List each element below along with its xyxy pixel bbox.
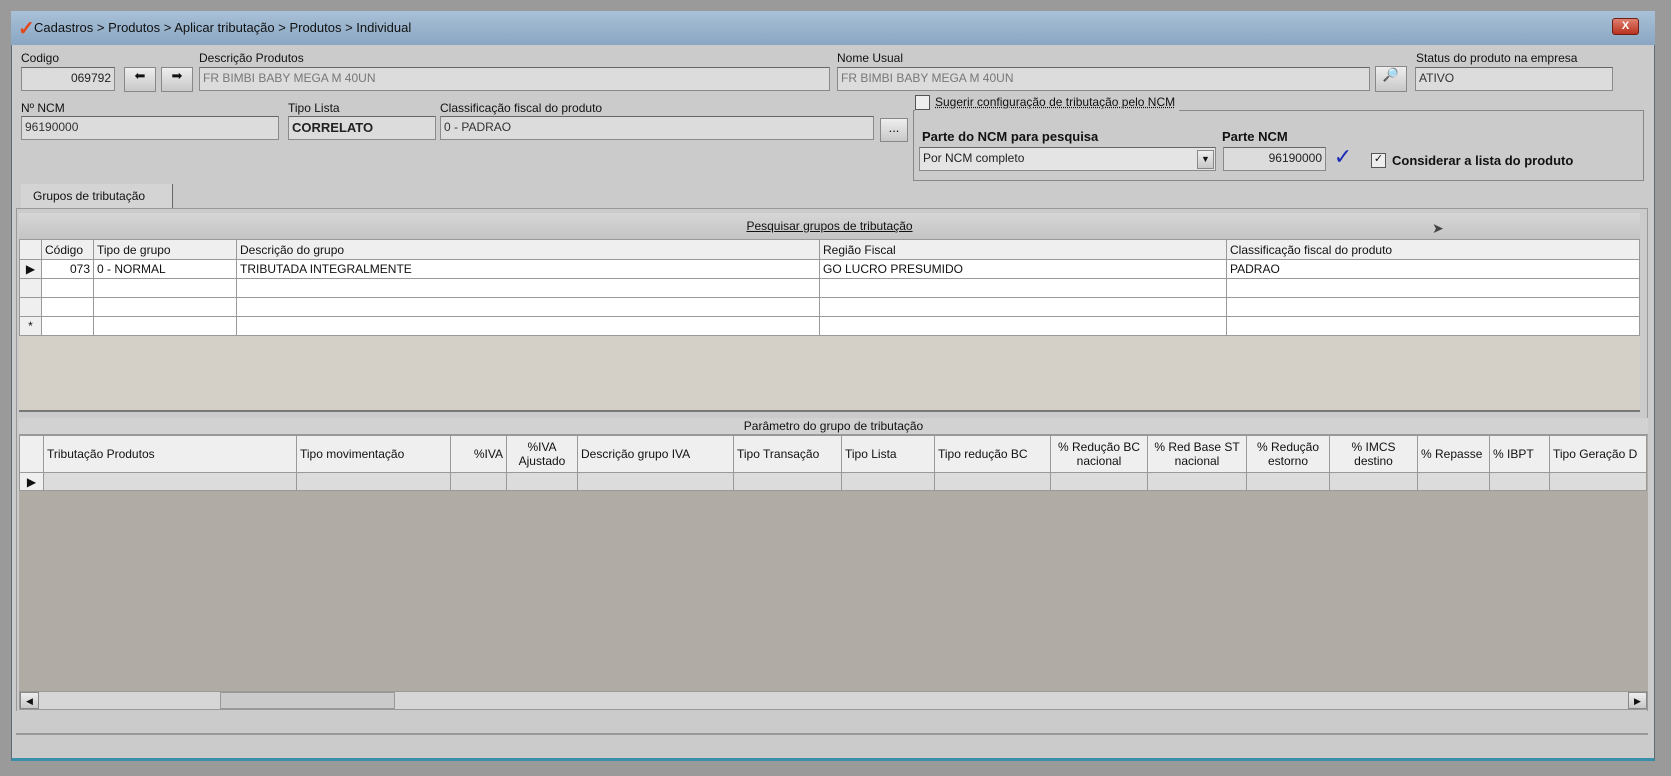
parte-ncm-label: Parte NCM [1222,129,1288,144]
window-title: Cadastros > Produtos > Aplicar tributaçã… [34,20,412,35]
chevron-down-icon[interactable]: ▼ [1197,150,1214,169]
column-header[interactable]: %IVA [450,435,507,473]
column-header[interactable]: % IBPT [1489,435,1550,473]
next-arrow-button[interactable]: ➡ [161,67,193,92]
status-input: ATIVO [1415,67,1613,91]
codigo-label: Codigo [21,51,60,65]
scroll-right-arrow-icon[interactable]: ▶ [1628,692,1647,709]
column-header[interactable]: Descrição grupo IVA [577,435,734,473]
column-header[interactable]: Tipo redução BC [934,435,1051,473]
table-row[interactable] [19,297,1640,317]
table-row[interactable]: ▶ 073 0 - NORMAL TRIBUTADA INTEGRALMENTE… [19,259,1640,279]
magnifier-icon: 🔎 [1382,67,1400,82]
search-groups-button[interactable]: Pesquisar grupos de tributação [19,213,1640,239]
considerar-checkbox-row[interactable]: ✓ Considerar a lista do produto [1371,153,1573,168]
parte-ncm-pesquisa-value: Por NCM completo [923,151,1025,165]
search-button[interactable]: 🔎 [1375,66,1407,92]
sugerir-label: Sugerir configuração de tributação pelo … [935,95,1176,109]
current-row-pointer-icon: ▶ [19,472,44,491]
params-title: Parâmetro do grupo de tributação [19,418,1648,435]
column-header-descricao[interactable]: Descrição do grupo [236,239,820,260]
current-row-pointer-icon: ▶ [19,259,42,279]
cell-regiao[interactable]: GO LUCRO PRESUMIDO [819,259,1227,279]
sugerir-checkbox-row[interactable]: Sugerir configuração de tributação pelo … [915,93,1180,111]
cell-descricao[interactable]: TRIBUTADA INTEGRALMENTE [236,259,820,279]
sugerir-checkbox[interactable] [915,94,930,110]
confirm-check-button[interactable]: ✓ [1330,144,1356,172]
arrow-right-icon: ➡ [171,68,183,83]
nome-usual-label: Nome Usual [837,51,904,65]
descricao-input[interactable]: FR BIMBI BABY MEGA M 40UN [199,67,830,91]
ncm-input[interactable]: 96190000 [21,116,279,140]
column-header[interactable]: % Repasse [1417,435,1490,473]
column-header[interactable]: % Redução estorno [1246,435,1330,473]
nome-usual-input[interactable]: FR BIMBI BABY MEGA M 40UN [837,67,1370,91]
considerar-checkbox[interactable]: ✓ [1371,153,1386,168]
column-header[interactable]: Tipo Geração D [1549,435,1647,473]
checkmark-icon: ✓ [1333,144,1353,169]
table-row[interactable]: ▶ [19,472,1647,491]
cell-codigo[interactable]: 073 [41,259,94,279]
column-header-classificacao[interactable]: Classificação fiscal do produto [1226,239,1640,260]
cell-classificacao[interactable]: PADRAO [1226,259,1640,279]
column-header-regiao[interactable]: Região Fiscal [819,239,1227,260]
scroll-left-arrow-icon[interactable]: ◀ [20,692,39,709]
cell-tipo-grupo[interactable]: 0 - NORMAL [93,259,237,279]
column-header-codigo[interactable]: Código [41,239,94,260]
previous-arrow-button[interactable]: ⬅ [124,67,156,92]
codigo-input[interactable]: 069792 [21,67,115,91]
parte-ncm-pesquisa-label: Parte do NCM para pesquisa [922,129,1099,144]
row-header-corner [19,239,42,260]
new-row[interactable]: * [19,316,1640,336]
status-label: Status do produto na empresa [1416,51,1578,65]
tipo-lista-input: CORRELATO [288,116,436,140]
horizontal-scrollbar[interactable]: ◀ ▶ [19,691,1648,710]
close-button[interactable]: X [1612,18,1639,35]
classificacao-browse-button[interactable]: ... [880,118,908,142]
column-header[interactable]: %IVA Ajustado [506,435,578,473]
column-header[interactable]: Tipo Transação [733,435,842,473]
considerar-label: Considerar a lista do produto [1392,153,1574,168]
column-header[interactable]: % Redução BC nacional [1050,435,1148,473]
classificacao-label: Classificação fiscal do produto [440,101,603,115]
column-header[interactable]: Tipo movimentação [296,435,451,473]
column-header[interactable]: % IMCS destino [1329,435,1418,473]
tipo-lista-label: Tipo Lista [288,101,340,115]
params-grid: Tributação Produtos Tipo movimentação %I… [19,435,1648,691]
mouse-cursor-icon: ➤ [1432,220,1444,236]
parte-ncm-pesquisa-select[interactable]: Por NCM completo [919,147,1216,171]
column-header-tipo-grupo[interactable]: Tipo de grupo [93,239,237,260]
bottom-panel [16,711,1648,735]
scrollbar-thumb[interactable] [220,692,395,709]
row-header-corner [19,435,44,473]
parte-ncm-input[interactable]: 96190000 [1223,147,1326,171]
table-row[interactable] [19,278,1640,298]
descricao-label: Descrição Produtos [199,51,304,65]
classificacao-input[interactable]: 0 - PADRAO [440,116,874,140]
new-row-asterisk-icon: * [19,316,42,336]
app-logo-check-icon: ✓ [18,18,35,40]
tab-grupos-de-tributacao[interactable]: Grupos de tributação [21,184,173,209]
column-header[interactable]: Tributação Produtos [43,435,297,473]
ncm-label: Nº NCM [21,101,65,115]
column-header[interactable]: % Red Base ST nacional [1147,435,1247,473]
arrow-left-icon: ⬅ [134,68,146,83]
column-header[interactable]: Tipo Lista [841,435,935,473]
groups-grid: Código Tipo de grupo Descrição do grupo … [19,239,1640,412]
